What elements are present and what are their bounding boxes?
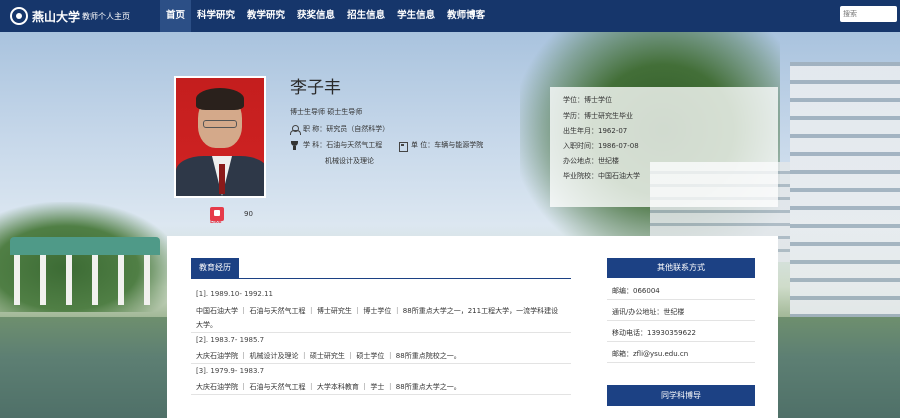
divider bbox=[607, 320, 755, 321]
education-level: 学历：博士研究生毕业 bbox=[563, 112, 633, 120]
like-label: Like bbox=[210, 219, 222, 225]
address: 通讯/办公地址：世纪楼 bbox=[612, 308, 685, 316]
main-content-card: 教育经历 [1]. 1989.10- 1992.11 中国石油大学 ｜ 石油与天… bbox=[167, 236, 778, 418]
divider bbox=[191, 394, 571, 395]
building-icon bbox=[398, 141, 408, 152]
profile-photo bbox=[174, 76, 266, 198]
degree: 学位：博士学位 bbox=[563, 96, 612, 104]
nav-item-awards[interactable]: 获奖信息 bbox=[291, 0, 341, 32]
divider bbox=[607, 299, 755, 300]
contact-heading: 其他联系方式 bbox=[607, 258, 755, 278]
trophy-icon bbox=[290, 140, 299, 150]
tutor-type: 博士生导师 硕士生导师 bbox=[290, 108, 363, 116]
edu-period-2: [2]. 1983.7- 1985.7 bbox=[196, 336, 265, 344]
discipline: 学 科：石油与天然气工程 bbox=[290, 140, 382, 150]
like-button[interactable]: Like 90 bbox=[210, 207, 253, 225]
edu-period-3: [3]. 1979.9- 1983.7 bbox=[196, 367, 265, 375]
birth-date: 出生年月：1962-07 bbox=[563, 127, 628, 135]
nav-item-home[interactable]: 首页 bbox=[160, 0, 192, 32]
office-location: 办公地点：世纪楼 bbox=[563, 157, 619, 165]
logo-text: 燕山大学 bbox=[32, 9, 81, 24]
edu-detail-2: 大庆石油学院 ｜ 机械设计及理论 ｜ 硕士研究生 ｜ 硕士学位 ｜ 88所重点院… bbox=[196, 352, 461, 360]
like-count: 90 bbox=[244, 210, 253, 218]
entry-date: 入职时间：1986-07-08 bbox=[563, 142, 639, 150]
related-supervisors-heading[interactable]: 同学科博导 bbox=[607, 385, 755, 406]
divider bbox=[191, 363, 571, 364]
basic-info-panel: 学位：博士学位 学历：博士研究生毕业 出生年月：1962-07 入职时间：198… bbox=[550, 87, 778, 207]
divider bbox=[607, 341, 755, 342]
university-logo[interactable]: 燕山大学 教师个人主页 bbox=[0, 7, 160, 25]
email: 邮箱：zfli@ysu.edu.cn bbox=[612, 350, 689, 358]
discipline-text: 学 科：石油与天然气工程 bbox=[303, 141, 383, 149]
teacher-name: 李子丰 bbox=[290, 78, 341, 98]
nav-item-admissions[interactable]: 招生信息 bbox=[341, 0, 391, 32]
divider bbox=[607, 362, 755, 363]
logo-subtitle: 教师个人主页 bbox=[82, 11, 131, 21]
nav-item-teaching[interactable]: 教学研究 bbox=[241, 0, 291, 32]
university-seal-icon bbox=[10, 7, 28, 25]
nav-item-students[interactable]: 学生信息 bbox=[391, 0, 441, 32]
discipline-second: 机械设计及理论 bbox=[325, 157, 374, 165]
title-text: 职 称：研究员（自然科学） bbox=[303, 125, 390, 133]
person-icon bbox=[290, 124, 301, 135]
unit-text: 单 位：车辆与能源学院 bbox=[411, 141, 484, 149]
education-heading: 教育经历 bbox=[191, 258, 239, 278]
nav-menu: 首页 科学研究 教学研究 获奖信息 招生信息 学生信息 教师博客 bbox=[160, 0, 491, 32]
unit: 单 位：车辆与能源学院 bbox=[398, 140, 484, 152]
search-input[interactable] bbox=[840, 6, 897, 22]
divider bbox=[191, 332, 571, 333]
edu-detail-1-cont: 大学。 bbox=[196, 321, 217, 329]
edu-detail-3: 大庆石油学院 ｜ 石油与天然气工程 ｜ 大学本科教育 ｜ 学士 ｜ 88所重点大… bbox=[196, 383, 461, 391]
postcode: 邮编：066004 bbox=[612, 287, 660, 295]
professional-title: 职 称：研究员（自然科学） bbox=[290, 124, 390, 135]
nav-item-blog[interactable]: 教师博客 bbox=[441, 0, 491, 32]
edu-period-1: [1]. 1989.10- 1992.11 bbox=[196, 290, 274, 298]
mobile-phone: 移动电话：13930359622 bbox=[612, 329, 696, 337]
top-navigation-bar: 燕山大学 教师个人主页 首页 科学研究 教学研究 获奖信息 招生信息 学生信息 … bbox=[0, 0, 900, 32]
graduated-school: 毕业院校：中国石油大学 bbox=[563, 172, 640, 180]
edu-detail-1: 中国石油大学 ｜ 石油与天然气工程 ｜ 博士研究生 ｜ 博士学位 ｜ 88所重点… bbox=[196, 307, 559, 315]
education-heading-underline bbox=[191, 278, 571, 279]
nav-item-research[interactable]: 科学研究 bbox=[191, 0, 241, 32]
